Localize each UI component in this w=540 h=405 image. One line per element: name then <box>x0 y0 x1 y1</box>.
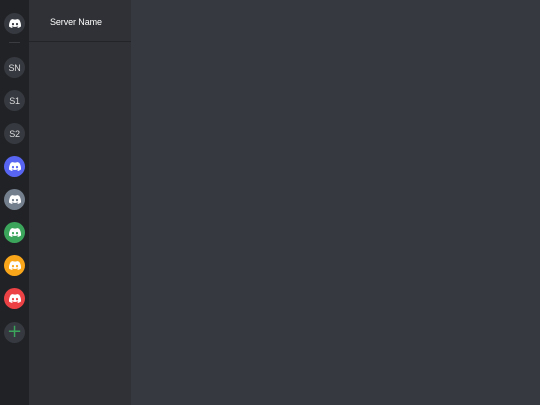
discord-logo-icon <box>8 294 21 303</box>
channel-sidebar: Server Name <box>29 0 131 405</box>
app-window: SN S1 S2 + Server Name <box>0 0 540 405</box>
discord-logo-icon <box>8 19 21 28</box>
server-icon-grey[interactable] <box>4 189 25 210</box>
home-button[interactable] <box>4 13 25 34</box>
discord-logo-icon <box>8 228 21 237</box>
plus-icon: + <box>6 321 23 342</box>
server-icon-yellow[interactable] <box>4 255 25 276</box>
server-icon-red[interactable] <box>4 288 25 309</box>
server-name: Server Name <box>50 17 102 27</box>
discord-logo-icon <box>8 195 21 204</box>
server-icon-green[interactable] <box>4 222 25 243</box>
server-initials: S2 <box>9 128 20 139</box>
discord-logo-icon <box>8 162 21 171</box>
server-icon-s1[interactable]: S1 <box>4 90 25 111</box>
server-icon-sn[interactable]: SN <box>4 57 25 78</box>
server-rail: SN S1 S2 + <box>0 0 29 405</box>
rail-separator <box>9 42 20 43</box>
server-initials: SN <box>8 62 21 73</box>
main-content <box>131 0 540 405</box>
add-server-button[interactable]: + <box>4 322 25 343</box>
discord-logo-icon <box>8 261 21 270</box>
server-icon-s2[interactable]: S2 <box>4 123 25 144</box>
server-icon-blurple[interactable] <box>4 156 25 177</box>
server-initials: S1 <box>9 95 20 106</box>
server-header[interactable]: Server Name <box>29 0 131 42</box>
